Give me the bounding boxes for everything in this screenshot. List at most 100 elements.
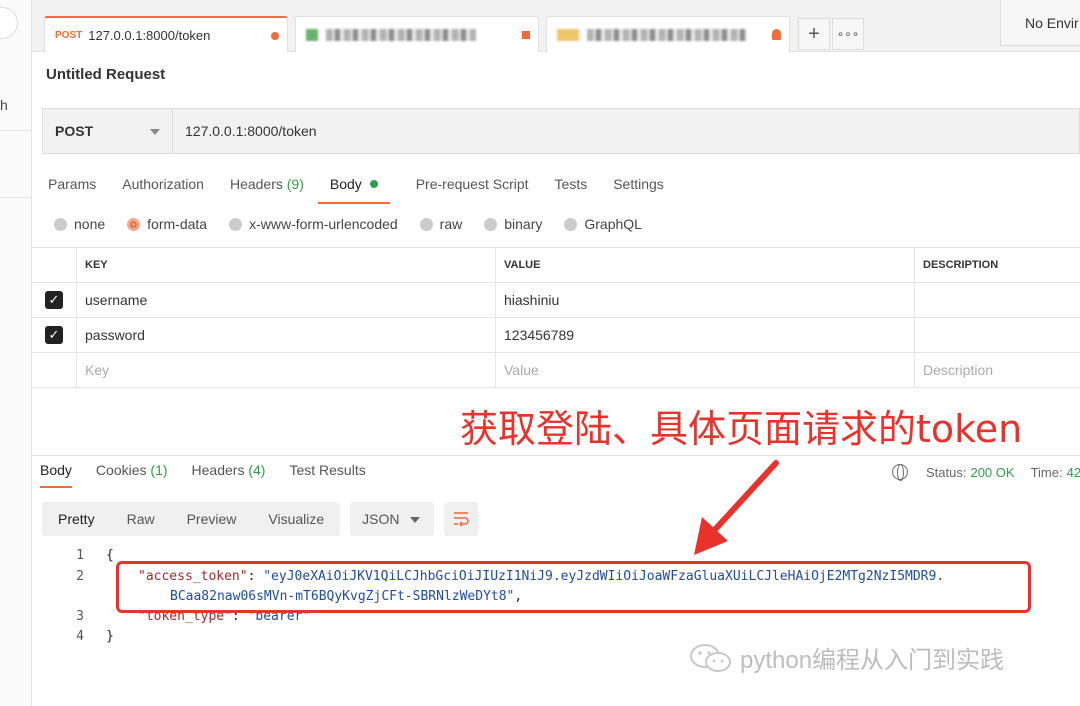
radio-label: binary	[504, 216, 543, 232]
line-number: 4	[76, 629, 84, 644]
wechat-icon	[690, 643, 731, 672]
radio-icon	[419, 217, 433, 231]
value-cell[interactable]: hiashiniu	[496, 283, 915, 317]
format-value: JSON	[362, 511, 400, 527]
key-cell[interactable]: username	[77, 283, 496, 317]
response-status-bar: Status: 200 OK Time: 42	[892, 464, 1080, 481]
radio-label: raw	[439, 216, 463, 232]
tab-method: POST	[55, 29, 83, 41]
description-placeholder-input[interactable]: Description	[915, 353, 1080, 387]
wrap-lines-icon	[454, 512, 469, 527]
table-row-new: Key Value Description	[32, 353, 1080, 388]
row-checkbox-cell: ✓	[32, 283, 77, 317]
globe-icon[interactable]	[892, 464, 908, 481]
body-type-binary[interactable]: binary	[484, 216, 542, 232]
unsaved-icon	[772, 29, 781, 40]
tab-headers[interactable]: Headers (9)	[230, 174, 304, 204]
code-brace: }	[106, 629, 114, 644]
format-select[interactable]: JSON	[350, 502, 435, 536]
tab-request-token[interactable]: POST 127.0.0.1:8000/token	[44, 16, 288, 52]
annotation-highlight-box	[116, 561, 1031, 613]
status-value[interactable]: 200 OK	[970, 465, 1014, 480]
column-header-description: DESCRIPTION	[923, 259, 999, 271]
response-tab-cookies[interactable]: Cookies (1)	[96, 462, 168, 488]
time-label: Time:	[1030, 464, 1063, 480]
column-header-value: VALUE	[496, 248, 915, 282]
form-data-table: KEY VALUE DESCRIPTION ✓ username hiashin…	[32, 247, 1080, 388]
body-active-dot-icon	[369, 180, 378, 188]
body-type-graphql[interactable]: GraphQL	[564, 216, 642, 232]
url-bar: POST 127.0.0.1:8000/token	[42, 108, 1080, 154]
response-tab-body[interactable]: Body	[40, 462, 72, 488]
body-type-raw[interactable]: raw	[419, 216, 463, 232]
line-number: 1	[76, 548, 84, 563]
radio-label: GraphQL	[584, 216, 642, 232]
body-type-form-data[interactable]: form-data	[127, 216, 207, 232]
tab-params[interactable]: Params	[48, 174, 96, 204]
tab-request-3[interactable]	[546, 16, 790, 52]
time-value[interactable]: 42	[1067, 465, 1080, 480]
sidebar-divider	[0, 130, 31, 131]
key-placeholder-input[interactable]: Key	[77, 353, 496, 387]
sidebar-search-pill[interactable]	[0, 7, 18, 39]
tab-tests[interactable]: Tests	[555, 174, 588, 204]
body-type-none[interactable]: none	[54, 216, 105, 232]
view-preview-button[interactable]: Preview	[171, 502, 253, 536]
response-headers-count: (4)	[248, 462, 266, 478]
view-raw-button[interactable]: Raw	[111, 502, 171, 536]
checkbox-checked-icon[interactable]: ✓	[45, 291, 63, 309]
ellipsis-icon: ∘∘∘	[836, 27, 860, 41]
radio-icon	[484, 217, 498, 231]
description-cell[interactable]	[915, 283, 1080, 317]
more-tabs-button[interactable]: ∘∘∘	[832, 18, 864, 50]
annotation-arrow-icon	[694, 460, 779, 555]
code-line: 4}	[60, 627, 114, 647]
headers-count: (9)	[286, 176, 304, 192]
request-title[interactable]: Untitled Request	[46, 66, 165, 83]
key-cell[interactable]: password	[77, 318, 496, 352]
view-visualize-button[interactable]: Visualize	[252, 502, 340, 536]
new-tab-button[interactable]: +	[798, 18, 830, 50]
watermark: python编程从入门到实践	[688, 640, 1004, 675]
blurred-tab-label	[326, 28, 476, 41]
tab-body[interactable]: Body	[317, 174, 390, 204]
cookies-count: (1)	[150, 462, 168, 478]
tab-prerequest-script[interactable]: Pre-request Script	[416, 174, 529, 204]
tab-authorization[interactable]: Authorization	[122, 174, 204, 204]
code-line: 1{	[60, 546, 114, 566]
sidebar-fragment-text: h	[0, 97, 8, 113]
tab-settings[interactable]: Settings	[613, 174, 664, 204]
response-tab-test-results[interactable]: Test Results	[289, 462, 365, 488]
value-placeholder-input[interactable]: Value	[496, 353, 915, 387]
response-tab-headers[interactable]: Headers (4)	[192, 462, 266, 488]
unsaved-square-icon	[522, 31, 530, 39]
tab-label: 127.0.0.1:8000/token	[88, 27, 211, 43]
tab-bar: POST 127.0.0.1:8000/token + ∘∘∘	[32, 0, 1080, 52]
description-cell[interactable]	[915, 318, 1080, 352]
chevron-down-icon	[410, 517, 421, 523]
view-pretty-button[interactable]: Pretty	[42, 502, 111, 536]
method-select[interactable]: POST	[43, 109, 173, 153]
column-header-key: KEY	[77, 248, 496, 282]
wrap-lines-button[interactable]	[444, 502, 479, 536]
checkbox-checked-icon[interactable]: ✓	[45, 326, 63, 344]
line-number: 3	[76, 609, 84, 624]
response-tab-headers-label: Headers	[191, 462, 245, 478]
view-mode-group: Pretty Raw Preview Visualize	[42, 502, 341, 536]
request-tabs: Params Authorization Headers (9) Body Pr…	[48, 174, 690, 204]
blurred-method-icon	[557, 28, 579, 41]
sidebar-strip: h	[0, 0, 32, 706]
tab-request-2[interactable]	[295, 16, 539, 52]
value-cell[interactable]: 123456789	[496, 318, 915, 352]
response-view-bar: Pretty Raw Preview Visualize JSON	[42, 502, 479, 536]
environment-selector[interactable]: No Envir	[1000, 0, 1080, 46]
radio-icon	[54, 217, 67, 231]
radio-label: x-www-form-urlencoded	[249, 216, 398, 232]
row-checkbox-cell: ✓	[32, 318, 77, 352]
url-input[interactable]: 127.0.0.1:8000/token	[173, 109, 1079, 153]
row-checkbox-cell	[32, 353, 77, 387]
tab-body-label: Body	[329, 176, 362, 192]
tab-headers-label: Headers	[229, 176, 283, 192]
radio-icon	[229, 217, 243, 231]
body-type-urlencoded[interactable]: x-www-form-urlencoded	[229, 216, 398, 232]
